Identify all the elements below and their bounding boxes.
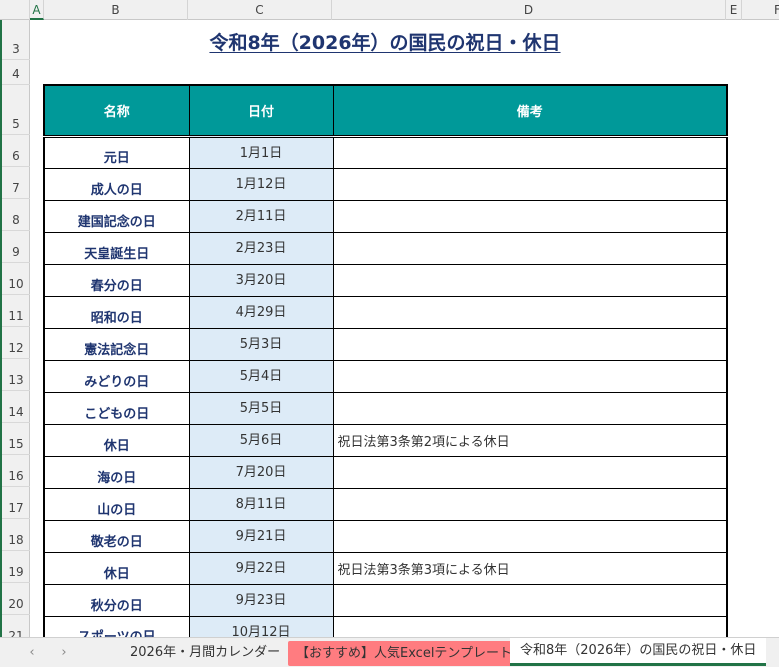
header-date[interactable]: 日付 (188, 84, 334, 138)
row-header[interactable]: 7 (2, 167, 30, 199)
holiday-name-cell[interactable]: みどりの日 (43, 359, 190, 393)
holiday-date-cell[interactable]: 2月11日 (188, 199, 334, 233)
column-header-c[interactable]: C (188, 0, 332, 20)
table-row: 秋分の日 9月23日 (43, 583, 728, 617)
tab-recommended[interactable]: 【おすすめ】人気Excelテンプレート (288, 641, 521, 666)
row-header[interactable]: 8 (2, 199, 30, 231)
holiday-name-cell[interactable]: 休日 (43, 551, 190, 585)
select-all-corner[interactable] (0, 0, 30, 20)
table-row: こどもの日 5月5日 (43, 391, 728, 425)
row-header[interactable]: 13 (2, 359, 30, 391)
row-header[interactable]: 9 (2, 231, 30, 263)
holiday-date-cell[interactable]: 4月29日 (188, 295, 334, 329)
holiday-name-cell[interactable]: 海の日 (43, 455, 190, 489)
holiday-note-cell[interactable] (332, 391, 728, 425)
holiday-date-cell[interactable]: 5月5日 (188, 391, 334, 425)
holiday-note-cell[interactable] (332, 583, 728, 617)
row-header[interactable]: 16 (2, 455, 30, 487)
row-header[interactable]: 15 (2, 423, 30, 455)
table-row: 成人の日 1月12日 (43, 167, 728, 201)
sheet-title-text: 令和8年（2026年）の国民の祝日・休日 (209, 32, 561, 54)
holiday-date-cell[interactable]: 9月23日 (188, 583, 334, 617)
holiday-name-cell[interactable]: 春分の日 (43, 263, 190, 297)
row-header[interactable]: 6 (2, 135, 30, 167)
row-header[interactable]: 20 (2, 583, 30, 615)
holiday-note-cell[interactable] (332, 519, 728, 553)
table-row: 春分の日 3月20日 (43, 263, 728, 297)
holiday-date-cell[interactable]: 1月1日 (188, 135, 334, 169)
holiday-date-cell[interactable]: 9月22日 (188, 551, 334, 585)
row-header[interactable]: 19 (2, 551, 30, 583)
holiday-name-cell[interactable]: 敬老の日 (43, 519, 190, 553)
holiday-note-cell[interactable] (332, 359, 728, 393)
column-header-e[interactable]: E (726, 0, 742, 20)
table-row: 憲法記念日 5月3日 (43, 327, 728, 361)
holiday-note-cell[interactable] (332, 199, 728, 233)
holiday-name-cell[interactable]: 元日 (43, 135, 190, 169)
column-headers: A B C D E F (0, 0, 779, 20)
column-header-b[interactable]: B (44, 0, 188, 20)
holiday-name-cell[interactable]: 昭和の日 (43, 295, 190, 329)
table-row: 元日 1月1日 (43, 135, 728, 169)
holiday-note-cell[interactable] (332, 231, 728, 265)
holiday-date-cell[interactable]: 8月11日 (188, 487, 334, 521)
holiday-date-cell[interactable]: 5月4日 (188, 359, 334, 393)
header-name[interactable]: 名称 (43, 84, 190, 138)
row-headers: 3 4 5 6 7 8 9 10 11 12 13 14 15 16 17 18 19 20 21 (0, 20, 30, 667)
holiday-table: 名称 日付 備考 元日 1月1日 成人の日 1月12日 建国記念の日 2月11日 天皇誕生日… (43, 84, 728, 649)
holiday-note-cell[interactable] (332, 167, 728, 201)
row-header[interactable]: 17 (2, 487, 30, 519)
row-header[interactable]: 10 (2, 263, 30, 295)
holiday-note-cell[interactable] (332, 455, 728, 489)
holiday-date-cell[interactable]: 9月21日 (188, 519, 334, 553)
row-header[interactable]: 5 (2, 85, 30, 135)
row-header[interactable]: 12 (2, 327, 30, 359)
holiday-name-cell[interactable]: こどもの日 (43, 391, 190, 425)
holiday-name-cell[interactable]: 憲法記念日 (43, 327, 190, 361)
holiday-note-cell[interactable] (332, 295, 728, 329)
table-row: 昭和の日 4月29日 (43, 295, 728, 329)
holiday-note-cell[interactable]: 祝日法第3条第3項による休日 (332, 551, 728, 585)
table-row: 敬老の日 9月21日 (43, 519, 728, 553)
next-sheet-button[interactable]: › (54, 638, 74, 668)
table-row: みどりの日 5月4日 (43, 359, 728, 393)
table-row: 天皇誕生日 2月23日 (43, 231, 728, 265)
row-header[interactable]: 18 (2, 519, 30, 551)
holiday-date-cell[interactable]: 1月12日 (188, 167, 334, 201)
row-header[interactable]: 4 (2, 60, 30, 85)
holiday-note-cell[interactable] (332, 327, 728, 361)
table-row: 海の日 7月20日 (43, 455, 728, 489)
table-row: 休日 9月22日 祝日法第3条第3項による休日 (43, 551, 728, 585)
holiday-note-cell[interactable]: 祝日法第3条第2項による休日 (332, 423, 728, 457)
tab-calendar[interactable]: 2026年・月間カレンダー (130, 638, 280, 668)
table-row: 休日 5月6日 祝日法第3条第2項による休日 (43, 423, 728, 457)
holiday-name-cell[interactable]: 天皇誕生日 (43, 231, 190, 265)
tab-holidays-active[interactable]: 令和8年（2026年）の国民の祝日・休日 (510, 638, 767, 666)
sheet-tab-bar: ‹ › 2026年・月間カレンダー 【おすすめ】人気Excelテンプレート 令和… (0, 637, 779, 667)
holiday-note-cell[interactable] (332, 263, 728, 297)
sheet-title[interactable]: 令和8年（2026年）の国民の祝日・休日 (44, 28, 726, 55)
header-note[interactable]: 備考 (332, 84, 728, 138)
row-header[interactable]: 11 (2, 295, 30, 327)
column-header-d[interactable]: D (332, 0, 726, 20)
row-header[interactable]: 14 (2, 391, 30, 423)
holiday-name-cell[interactable]: 建国記念の日 (43, 199, 190, 233)
row-header[interactable]: 3 (2, 20, 30, 60)
column-header-a[interactable]: A (30, 0, 44, 20)
holiday-name-cell[interactable]: 秋分の日 (43, 583, 190, 617)
table-row: 山の日 8月11日 (43, 487, 728, 521)
holiday-date-cell[interactable]: 2月23日 (188, 231, 334, 265)
table-row: 建国記念の日 2月11日 (43, 199, 728, 233)
holiday-date-cell[interactable]: 3月20日 (188, 263, 334, 297)
holiday-date-cell[interactable]: 5月6日 (188, 423, 334, 457)
prev-sheet-button[interactable]: ‹ (22, 638, 42, 668)
holiday-name-cell[interactable]: 休日 (43, 423, 190, 457)
holiday-note-cell[interactable] (332, 135, 728, 169)
holiday-name-cell[interactable]: 成人の日 (43, 167, 190, 201)
holiday-name-cell[interactable]: 山の日 (43, 487, 190, 521)
holiday-note-cell[interactable] (332, 487, 728, 521)
holiday-date-cell[interactable]: 7月20日 (188, 455, 334, 489)
holiday-date-cell[interactable]: 5月3日 (188, 327, 334, 361)
column-header-f[interactable]: F (770, 0, 779, 20)
